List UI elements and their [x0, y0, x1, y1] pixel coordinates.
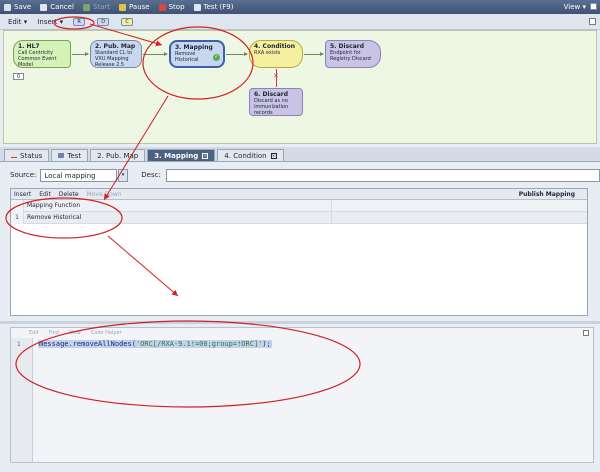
flow-toolbar: Edit ▾ Insert ▾ R D C	[0, 14, 600, 30]
flow-node-discard-endpoint[interactable]: 5. Discard Endpoint for Registry Discard	[325, 40, 381, 68]
flow-node-hl7[interactable]: 1. HL7 Call Centricity Common Event Mode…	[13, 40, 71, 68]
code-editor[interactable]: Edit Find View Code Helper 1 message.rem…	[10, 327, 594, 463]
receiver-badge[interactable]: R	[73, 17, 86, 26]
editor-code-helper-menu[interactable]: Code Helper	[91, 330, 122, 336]
mapping-toolbar: Insert Edit Delete Move Down Publish Map…	[11, 189, 587, 200]
pause-button[interactable]: Pause	[119, 3, 150, 11]
maximize-icon[interactable]	[583, 330, 589, 336]
flow-node-pub-map[interactable]: 2. Pub. Map Standard CL to VXU Mapping R…	[90, 40, 142, 68]
line-gutter	[11, 338, 33, 462]
start-icon	[82, 3, 90, 11]
table-header: Mapping Function	[11, 199, 587, 212]
close-tab-icon[interactable]: ✕	[202, 152, 209, 159]
flow-edge	[143, 52, 168, 56]
test-icon	[193, 3, 201, 11]
publish-mapping-button[interactable]: Publish Mapping	[519, 191, 575, 198]
condition-badge[interactable]: C	[121, 17, 134, 26]
pause-icon	[119, 3, 127, 11]
cancel-icon	[40, 3, 48, 11]
maximize-icon[interactable]	[589, 18, 596, 25]
tab-condition[interactable]: 4. Condition ✕	[217, 149, 284, 161]
test-button[interactable]: Test (F9)	[193, 3, 233, 11]
source-row: Source: Local mapping ▾ Desc:	[0, 165, 600, 185]
move-down-button[interactable]: Move Down	[87, 191, 122, 198]
check-icon: ✓	[213, 54, 220, 61]
code-line[interactable]: message.removeAllNodes('ORC[/RXA-9.1!=00…	[38, 340, 272, 348]
view-menu[interactable]: View ▾	[564, 3, 586, 11]
flow-edge	[304, 52, 324, 56]
line-number: 1	[17, 341, 21, 348]
test-icon	[58, 153, 65, 158]
editor-find-menu[interactable]: Find	[49, 330, 59, 336]
insert-button[interactable]: Insert	[14, 191, 31, 198]
flow-edge	[72, 52, 89, 56]
delete-button[interactable]: Delete	[59, 191, 79, 198]
tab-pub-map[interactable]: 2. Pub. Map	[90, 149, 146, 161]
flow-node-mapping[interactable]: 3. Mapping Remove Historical ✓	[169, 40, 225, 68]
desc-label: Desc:	[141, 171, 161, 179]
desc-input[interactable]	[165, 168, 600, 182]
save-icon	[4, 3, 11, 11]
editor-view-menu[interactable]: View	[69, 330, 81, 336]
flow-canvas[interactable]: ✕ 1. HL7 Call Centricity Common Event Mo…	[3, 30, 597, 144]
save-button[interactable]: Save	[4, 3, 31, 11]
tab-bar: Status Test 2. Pub. Map 3. Mapping ✕ 4. C…	[0, 147, 600, 162]
close-icon[interactable]	[590, 3, 597, 10]
flow-node-discard[interactable]: 6. Discard Discard as no immunization re…	[249, 88, 303, 116]
zoom-badge: 0	[13, 73, 24, 80]
column-header[interactable]: Mapping Function	[24, 199, 332, 212]
row-index: 1	[11, 211, 24, 224]
discard-badge[interactable]: D	[97, 17, 110, 26]
table-row[interactable]: 1 Remove Historical	[11, 211, 587, 224]
start-button[interactable]: Start	[82, 3, 110, 11]
stop-icon	[158, 3, 166, 11]
flow-edge	[226, 52, 248, 56]
browse-icon[interactable]: ▾	[117, 168, 129, 182]
pulse-icon	[11, 153, 17, 158]
row-name: Remove Historical	[24, 211, 332, 224]
main-toolbar: Save Cancel Start Pause Stop Test (F9) V…	[0, 0, 600, 14]
flow-node-condition[interactable]: 4. Condition RXA exists	[249, 40, 303, 68]
mapping-panel: Insert Edit Delete Move Down Publish Map…	[10, 188, 588, 316]
source-label: Source:	[10, 171, 37, 179]
editor-toolbar: Edit Find View Code Helper	[11, 328, 593, 338]
tab-test[interactable]: Test	[51, 149, 89, 161]
edit-menu[interactable]: Edit ▾	[8, 18, 27, 26]
splitter[interactable]	[0, 321, 600, 324]
close-tab-icon[interactable]: ✕	[270, 152, 277, 159]
stop-button[interactable]: Stop	[158, 3, 185, 11]
cancel-button[interactable]: Cancel	[40, 3, 74, 11]
mapping-table: Mapping Function 1 Remove Historical	[11, 199, 587, 224]
false-branch-icon: ✕	[273, 72, 279, 80]
source-select[interactable]: Local mapping	[40, 168, 117, 182]
insert-menu[interactable]: Insert ▾	[37, 18, 63, 26]
tab-status[interactable]: Status	[4, 149, 50, 161]
edit-button[interactable]: Edit	[39, 191, 51, 198]
tab-mapping[interactable]: 3. Mapping ✕	[147, 149, 216, 161]
editor-edit-menu[interactable]: Edit	[29, 330, 39, 336]
